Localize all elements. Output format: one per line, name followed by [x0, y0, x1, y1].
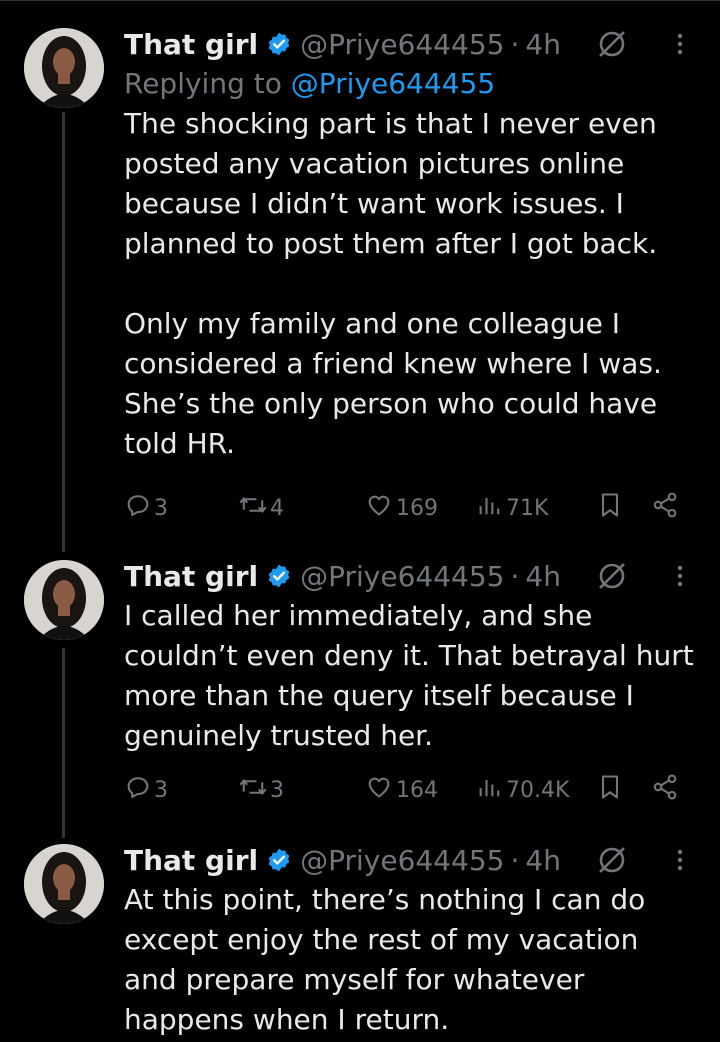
views-icon — [476, 491, 504, 525]
like-button[interactable]: 169 — [364, 488, 438, 528]
thread-line — [62, 648, 65, 838]
like-button[interactable]: 164 — [364, 770, 438, 810]
avatar[interactable] — [24, 28, 104, 108]
views-count: 70.4K — [506, 777, 570, 803]
views-count: 71K — [506, 495, 549, 521]
handle[interactable]: @Priye644455 — [300, 560, 504, 593]
timestamp[interactable]: 4h — [525, 560, 561, 593]
display-name[interactable]: That girl — [124, 28, 258, 61]
verified-badge-icon — [266, 847, 292, 873]
display-name[interactable]: That girl — [124, 844, 258, 877]
tweet-header: That girl @Priye644455 · 4h — [124, 24, 694, 64]
repost-button[interactable]: 3 — [238, 770, 284, 810]
bookmark-icon — [596, 491, 624, 525]
repost-count: 3 — [270, 777, 284, 803]
reply-count: 3 — [154, 495, 168, 521]
action-bar: 3 3 164 70.4K — [124, 770, 694, 810]
repost-button[interactable]: 4 — [238, 488, 284, 528]
tweet-header: That girl @Priye644455 · 4h — [124, 840, 694, 880]
replying-to: Replying to @Priye644455 — [124, 64, 694, 104]
separator-dot: · — [510, 559, 520, 593]
action-bar: 3 4 169 71K — [124, 488, 694, 528]
reply-button[interactable]: 3 — [124, 770, 168, 810]
share-button[interactable] — [650, 488, 680, 528]
tweet-text: At this point, there’s nothing I can do … — [124, 880, 694, 1040]
tweet-text: The shocking part is that I never even p… — [124, 104, 694, 464]
handle[interactable]: @Priye644455 — [300, 844, 504, 877]
tweet-paragraph: Only my family and one colleague I consi… — [124, 307, 662, 460]
share-button[interactable] — [650, 770, 680, 810]
grok-icon[interactable] — [596, 28, 628, 67]
reply-count: 3 — [154, 777, 168, 803]
reply-icon — [124, 491, 152, 525]
timestamp[interactable]: 4h — [525, 844, 561, 877]
bookmark-icon — [596, 773, 624, 807]
display-name[interactable]: That girl — [124, 560, 258, 593]
views-button[interactable]: 70.4K — [476, 770, 569, 810]
repost-count: 4 — [270, 495, 284, 521]
reply-icon — [124, 773, 152, 807]
handle[interactable]: @Priye644455 — [300, 28, 504, 61]
views-icon — [476, 773, 504, 807]
more-icon[interactable] — [672, 844, 688, 883]
more-icon[interactable] — [672, 28, 688, 67]
like-icon — [364, 491, 394, 525]
tweet-paragraph: The shocking part is that I never even p… — [124, 107, 658, 260]
top-divider — [0, 0, 720, 1]
reply-mention-link[interactable]: @Priye644455 — [291, 67, 495, 100]
share-icon — [650, 773, 680, 807]
tweet-paragraph: At this point, there’s nothing I can do … — [124, 883, 646, 1036]
avatar[interactable] — [24, 844, 104, 924]
grok-icon[interactable] — [596, 560, 628, 599]
tweet-header: That girl @Priye644455 · 4h — [124, 556, 694, 596]
share-icon — [650, 491, 680, 525]
repost-icon — [238, 491, 268, 525]
views-button[interactable]: 71K — [476, 488, 548, 528]
bookmark-button[interactable] — [596, 770, 624, 810]
thread-line — [62, 112, 65, 552]
reply-button[interactable]: 3 — [124, 488, 168, 528]
like-icon — [364, 773, 394, 807]
tweet-text: I called her immediately, and she couldn… — [124, 596, 694, 756]
avatar-image — [24, 560, 104, 640]
avatar-image — [24, 844, 104, 924]
avatar-image — [24, 28, 104, 108]
verified-badge-icon — [266, 31, 292, 57]
separator-dot: · — [510, 843, 520, 877]
repost-icon — [238, 773, 268, 807]
separator-dot: · — [510, 27, 520, 61]
verified-badge-icon — [266, 563, 292, 589]
grok-icon[interactable] — [596, 844, 628, 883]
bookmark-button[interactable] — [596, 488, 624, 528]
tweet-paragraph: I called her immediately, and she couldn… — [124, 599, 694, 752]
more-icon[interactable] — [672, 560, 688, 599]
like-count: 164 — [396, 777, 438, 803]
timestamp[interactable]: 4h — [525, 28, 561, 61]
like-count: 169 — [396, 495, 438, 521]
replying-to-label: Replying to — [124, 67, 291, 100]
avatar[interactable] — [24, 560, 104, 640]
